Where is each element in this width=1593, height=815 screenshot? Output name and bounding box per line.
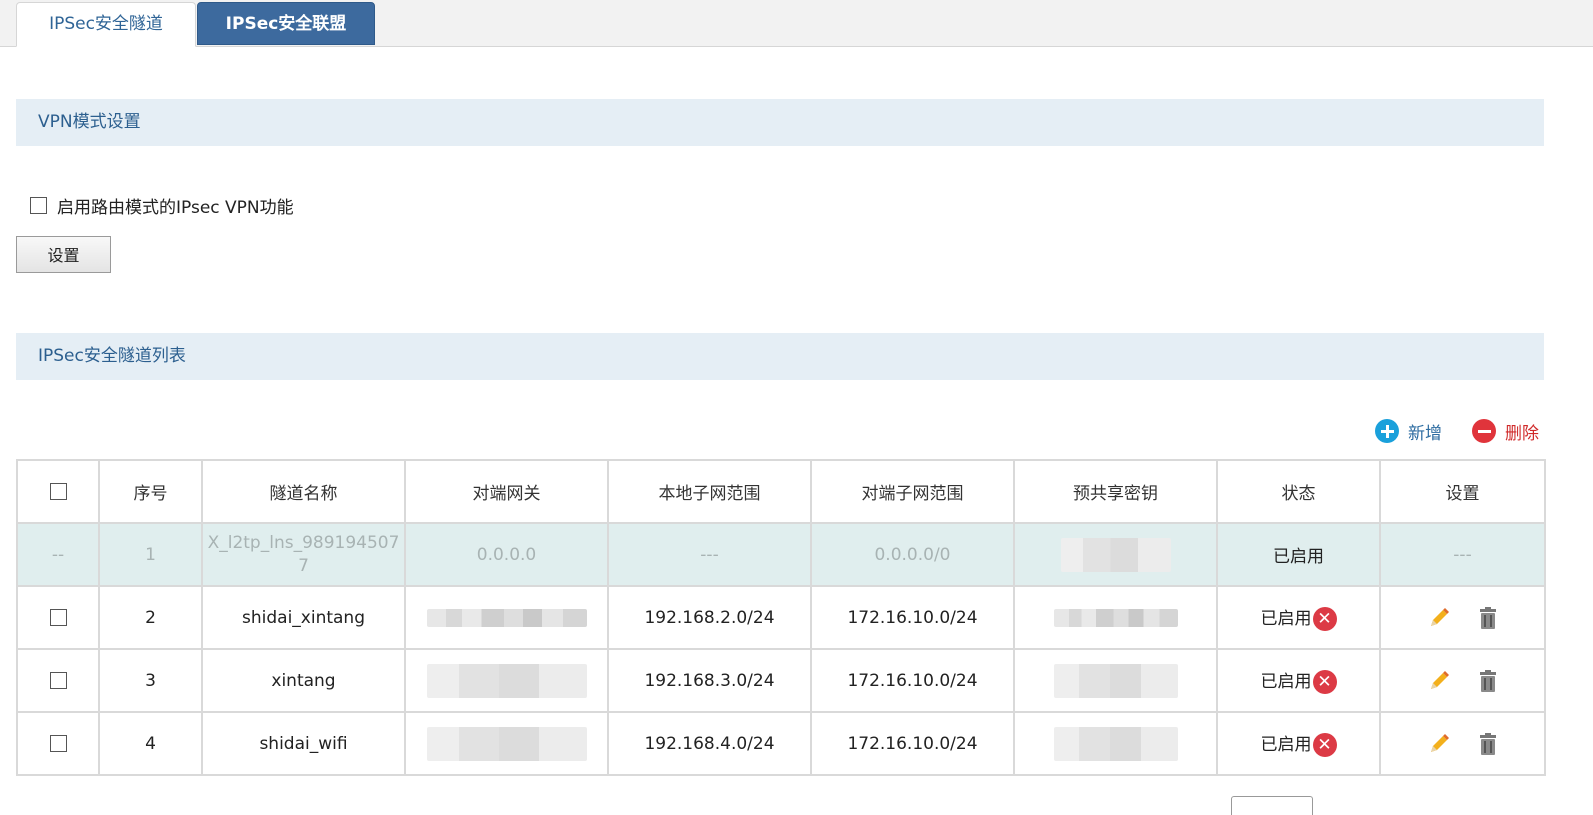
row-tunnel-name: shidai_wifi	[201, 711, 406, 776]
header-status: 状态	[1216, 459, 1381, 524]
trash-icon[interactable]	[1479, 669, 1497, 692]
row-tunnel-name: X_l2tp_lns_9891945077	[201, 522, 406, 587]
row-index: 2	[98, 585, 203, 650]
row-index: 1	[98, 522, 203, 587]
pagination-control-partial[interactable]	[1231, 796, 1313, 815]
header-settings: 设置	[1379, 459, 1546, 524]
select-all-checkbox[interactable]	[49, 483, 67, 500]
pencil-icon[interactable]	[1428, 733, 1450, 755]
row-index: 4	[98, 711, 203, 776]
row-status: 已启用 ✕	[1216, 711, 1381, 776]
vpn-settings-button[interactable]: 设置	[16, 236, 111, 273]
row-local-subnet: 192.168.2.0/24	[607, 585, 812, 650]
x-circle-icon[interactable]: ✕	[1312, 733, 1337, 757]
row-peer-subnet: 172.16.10.0/24	[810, 711, 1015, 776]
row-checkbox[interactable]	[49, 672, 67, 689]
row-psk-redacted	[1013, 522, 1218, 587]
plus-circle-icon	[1375, 419, 1399, 443]
trash-icon[interactable]	[1479, 606, 1497, 629]
vpn-route-mode-row: 启用路由模式的IPsec VPN功能	[30, 192, 294, 218]
table-header-row: 序号 隧道名称 对端网关 本地子网范围 对端子网范围 预共享密钥 状态 设置	[16, 459, 1546, 524]
row-index: 3	[98, 648, 203, 713]
row-actions	[1379, 711, 1546, 776]
row-psk-redacted	[1013, 585, 1218, 650]
header-local-subnet: 本地子网范围	[607, 459, 812, 524]
delete-button[interactable]: 删除	[1472, 417, 1539, 445]
header-select-all	[16, 459, 100, 524]
row-status: 已启用	[1216, 522, 1381, 587]
vpn-route-mode-label: 启用路由模式的IPsec VPN功能	[57, 197, 294, 218]
status-label: 已启用	[1260, 672, 1312, 692]
x-circle-icon[interactable]: ✕	[1312, 607, 1337, 631]
vpn-mode-section-header: VPN模式设置	[16, 99, 1544, 146]
row-settings-placeholder: ---	[1379, 522, 1546, 587]
row-tunnel-name: shidai_xintang	[201, 585, 406, 650]
row-select	[16, 648, 100, 713]
minus-circle-icon	[1472, 419, 1496, 443]
row-checkbox[interactable]	[49, 735, 67, 752]
add-label: 新增	[1408, 423, 1442, 444]
row-select	[16, 585, 100, 650]
row-status: 已启用 ✕	[1216, 585, 1381, 650]
header-peer-subnet: 对端子网范围	[810, 459, 1015, 524]
table-row: -- 1 X_l2tp_lns_9891945077 0.0.0.0 --- 0…	[16, 522, 1546, 587]
row-peer-subnet: 172.16.10.0/24	[810, 585, 1015, 650]
table-row: 4 shidai_wifi 192.168.4.0/24 172.16.10.0…	[16, 711, 1546, 776]
row-status: 已启用 ✕	[1216, 648, 1381, 713]
row-actions	[1379, 585, 1546, 650]
row-peer-subnet: 172.16.10.0/24	[810, 648, 1015, 713]
row-peer-gateway-redacted	[404, 648, 609, 713]
table-row: 2 shidai_xintang 192.168.2.0/24 172.16.1…	[16, 585, 1546, 650]
row-peer-gateway-redacted	[404, 585, 609, 650]
trash-icon[interactable]	[1479, 732, 1497, 755]
pencil-icon[interactable]	[1428, 607, 1450, 629]
row-peer-subnet: 0.0.0.0/0	[810, 522, 1015, 587]
row-local-subnet: 192.168.3.0/24	[607, 648, 812, 713]
tab-ipsec-sa[interactable]: IPSec安全联盟	[197, 2, 375, 45]
header-psk: 预共享密钥	[1013, 459, 1218, 524]
tab-bar: IPSec安全隧道 IPSec安全联盟	[0, 0, 1593, 47]
row-local-subnet: ---	[607, 522, 812, 587]
table-row: 3 xintang 192.168.3.0/24 172.16.10.0/24 …	[16, 648, 1546, 713]
row-peer-gateway: 0.0.0.0	[404, 522, 609, 587]
tunnel-table: 序号 隧道名称 对端网关 本地子网范围 对端子网范围 预共享密钥 状态 设置 -…	[16, 459, 1546, 776]
header-peer-gateway: 对端网关	[404, 459, 609, 524]
header-index: 序号	[98, 459, 203, 524]
row-psk-redacted	[1013, 648, 1218, 713]
status-label: 已启用	[1260, 609, 1312, 629]
tab-ipsec-tunnel[interactable]: IPSec安全隧道	[16, 2, 196, 47]
row-actions	[1379, 648, 1546, 713]
delete-label: 删除	[1505, 423, 1539, 444]
row-psk-redacted	[1013, 711, 1218, 776]
row-tunnel-name: xintang	[201, 648, 406, 713]
pencil-icon[interactable]	[1428, 670, 1450, 692]
row-checkbox[interactable]	[49, 609, 67, 626]
add-button[interactable]: 新增	[1375, 417, 1442, 445]
vpn-route-mode-checkbox[interactable]	[30, 196, 47, 214]
x-circle-icon[interactable]: ✕	[1312, 670, 1337, 694]
row-local-subnet: 192.168.4.0/24	[607, 711, 812, 776]
header-tunnel-name: 隧道名称	[201, 459, 406, 524]
row-select	[16, 711, 100, 776]
tunnel-list-section-header: IPSec安全隧道列表	[16, 333, 1544, 380]
row-peer-gateway-redacted	[404, 711, 609, 776]
status-label: 已启用	[1260, 735, 1312, 755]
row-select-placeholder: --	[16, 522, 100, 587]
